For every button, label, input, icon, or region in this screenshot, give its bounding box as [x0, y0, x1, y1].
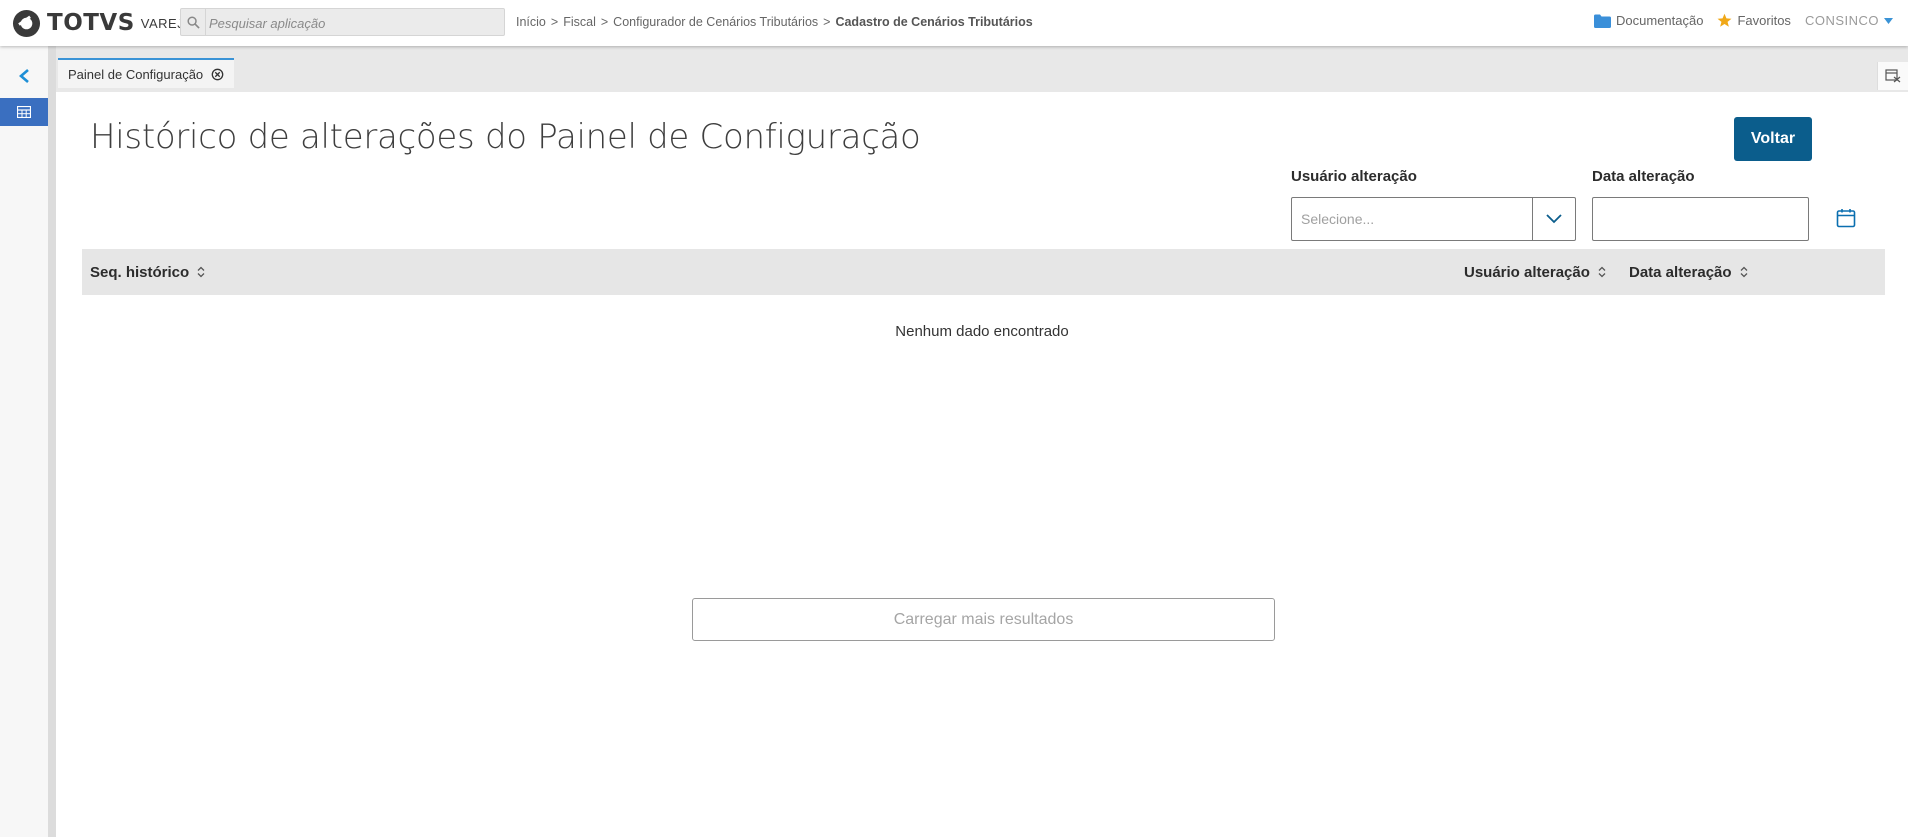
column-label: Seq. histórico	[90, 263, 190, 281]
column-usuario-alteracao[interactable]: Usuário alteração	[1464, 249, 1606, 295]
tab-bar: Painel de Configuração	[56, 46, 1908, 92]
sidebar-item-painel[interactable]	[0, 98, 48, 126]
column-label: Data alteração	[1629, 263, 1732, 281]
totvs-logo-icon	[12, 9, 41, 37]
chevron-down-icon[interactable]	[1532, 198, 1575, 240]
data-alteracao-input[interactable]	[1592, 197, 1809, 241]
tab-painel-configuracao[interactable]: Painel de Configuração	[58, 58, 235, 88]
window-list-icon	[1885, 69, 1901, 83]
column-seq-historico[interactable]: Seq. histórico	[90, 249, 205, 295]
search-box	[180, 8, 505, 37]
breadcrumb-fiscal[interactable]: Fiscal	[563, 15, 596, 29]
documentacao-link[interactable]: Documentação	[1594, 13, 1703, 28]
table-header: Seq. histórico Usuário alteração Data al…	[82, 249, 1885, 295]
usuario-alteracao-select[interactable]: Selecione...	[1291, 197, 1576, 241]
close-tab-icon[interactable]	[211, 68, 224, 81]
breadcrumb-inicio[interactable]: Início	[516, 15, 546, 29]
window-list-button[interactable]	[1877, 62, 1908, 90]
breadcrumb-separator: >	[600, 15, 609, 29]
user-name: CONSINCO	[1804, 13, 1879, 28]
sidebar-divider	[48, 46, 56, 837]
sort-icon	[197, 266, 205, 278]
tab-label: Painel de Configuração	[68, 66, 204, 82]
load-more-button[interactable]: Carregar mais resultados	[692, 598, 1275, 641]
voltar-button[interactable]: Voltar	[1734, 117, 1812, 161]
sort-icon	[1740, 266, 1748, 278]
search-input[interactable]	[207, 9, 501, 37]
page-title: Histórico de alterações do Painel de Con…	[90, 117, 921, 157]
logo-text: TOTVS	[47, 10, 135, 36]
usuario-alteracao-label: Usuário alteração	[1291, 168, 1417, 185]
sort-icon	[1598, 266, 1606, 278]
main-content: Histórico de alterações do Painel de Con…	[56, 92, 1908, 837]
breadcrumb-separator: >	[550, 15, 559, 29]
chevron-left-icon	[19, 69, 29, 83]
data-alteracao-label: Data alteração	[1592, 168, 1695, 185]
usuario-select-placeholder: Selecione...	[1301, 211, 1375, 227]
folder-icon	[1594, 14, 1612, 28]
left-sidebar	[0, 46, 49, 837]
caret-down-icon	[1884, 17, 1893, 24]
calendar-icon[interactable]	[1833, 205, 1859, 231]
favoritos-link[interactable]: Favoritos	[1717, 13, 1791, 28]
breadcrumb-separator: >	[823, 15, 831, 29]
breadcrumb-configurador[interactable]: Configurador de Cenários Tributários	[613, 15, 818, 29]
breadcrumb: Início > Fiscal > Configurador de Cenários T…	[516, 15, 1033, 29]
logo[interactable]: TOTVS VAREJO	[12, 8, 195, 38]
collapse-sidebar-button[interactable]	[0, 64, 48, 88]
breadcrumb-current: Cadastro de Cenários Tributários	[835, 15, 1033, 29]
documentacao-label: Documentação	[1616, 13, 1704, 28]
search-icon	[181, 9, 206, 35]
table-grid-icon	[17, 106, 31, 118]
top-bar: TOTVS VAREJO Início > Fiscal > Configurador …	[0, 0, 1908, 46]
column-label: Usuário alteração	[1464, 263, 1590, 281]
favoritos-label: Favoritos	[1737, 13, 1791, 28]
top-right-menu: Documentação Favoritos CONSINCO	[1580, 13, 1898, 28]
user-menu[interactable]: CONSINCO	[1805, 13, 1898, 28]
column-data-alteracao[interactable]: Data alteração	[1629, 249, 1748, 295]
empty-table-message: Nenhum dado encontrado	[895, 323, 1069, 340]
star-icon	[1717, 13, 1732, 27]
